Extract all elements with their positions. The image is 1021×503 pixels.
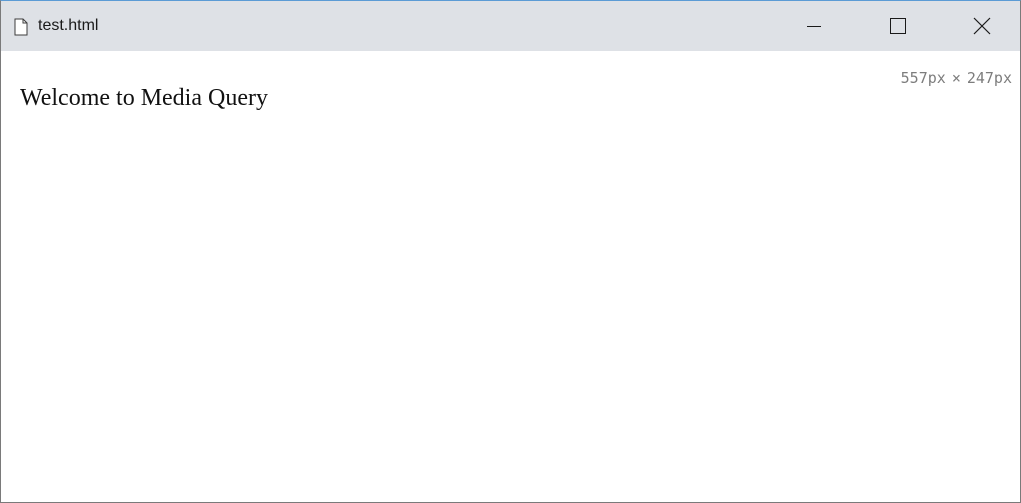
browser-window: test.html 557px × 247px Welcome to Media Q… bbox=[0, 0, 1021, 503]
page-content: 557px × 247px Welcome to Media Query bbox=[1, 51, 1020, 502]
close-icon bbox=[973, 17, 991, 35]
viewport-size-readout: 557px × 247px bbox=[901, 68, 1012, 88]
viewport-width: 557px bbox=[900, 69, 946, 87]
minimize-button[interactable] bbox=[791, 1, 837, 51]
minimize-icon bbox=[807, 26, 821, 27]
maximize-button[interactable] bbox=[875, 1, 921, 51]
viewport-size-separator: × bbox=[951, 69, 961, 87]
page-heading: Welcome to Media Query bbox=[20, 85, 268, 111]
maximize-icon bbox=[890, 18, 906, 34]
close-button[interactable] bbox=[959, 1, 1005, 51]
document-icon bbox=[14, 18, 28, 36]
viewport-height: 247px bbox=[966, 69, 1012, 87]
title-bar[interactable]: test.html bbox=[1, 1, 1020, 51]
window-title: test.html bbox=[38, 17, 99, 34]
